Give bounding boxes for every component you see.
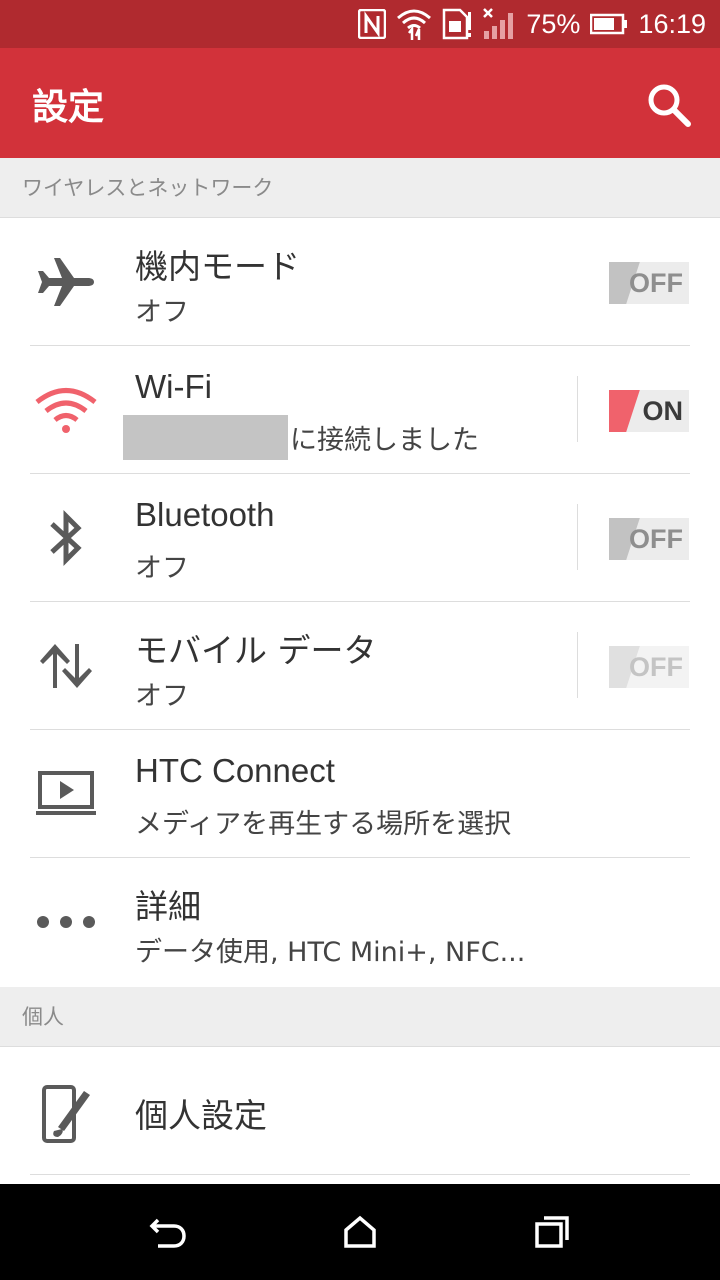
- battery-percent: 75%: [526, 8, 581, 39]
- search-icon: [648, 84, 691, 127]
- row-subtitle: メディアを再生する場所を選択: [135, 809, 512, 840]
- toggle-label: OFF: [629, 652, 683, 682]
- personalize-row[interactable]: 個人設定: [0, 1047, 720, 1175]
- mobile-data-icon: [32, 632, 100, 700]
- htc-connect-icon: [32, 760, 100, 828]
- recents-icon: [535, 1216, 569, 1248]
- wifi-icon: [32, 376, 100, 444]
- row-title: 個人設定: [135, 1096, 267, 1135]
- wifi-toggle[interactable]: ON: [609, 390, 689, 432]
- home-button[interactable]: [338, 1210, 382, 1254]
- row-title: HTC Connect: [135, 752, 335, 789]
- search-button[interactable]: [646, 82, 692, 128]
- toggle-label: ON: [642, 396, 684, 426]
- nfc-icon: [358, 9, 387, 39]
- recents-button[interactable]: [530, 1210, 574, 1254]
- section-header-personal: 個人: [0, 987, 720, 1047]
- bluetooth-row[interactable]: Bluetooth オフ OFF: [0, 474, 720, 602]
- back-button[interactable]: [146, 1210, 190, 1254]
- mobile-data-row[interactable]: モバイル データ オフ OFF: [0, 602, 720, 730]
- page-title: 設定: [32, 87, 105, 128]
- more-icon: [32, 888, 100, 956]
- redacted-network-name: [123, 415, 288, 460]
- airplane-icon: [32, 248, 100, 316]
- row-subtitle: オフ: [135, 681, 189, 712]
- more-row[interactable]: 詳細 データ使用, HTC Mini+, NFC...: [0, 858, 720, 986]
- airplane-mode-row[interactable]: 機内モード オフ OFF: [0, 218, 720, 346]
- back-icon: [149, 1218, 186, 1248]
- row-title: Bluetooth: [135, 496, 275, 533]
- no-signal-icon: [482, 7, 516, 41]
- row-title: モバイル データ: [135, 631, 377, 670]
- row-title: 機内モード: [135, 247, 300, 286]
- status-bar: 75% 16:19: [0, 0, 720, 48]
- row-subtitle: オフ: [135, 553, 189, 584]
- section-header-wireless: ワイヤレスとネットワーク: [0, 158, 720, 218]
- row-subtitle: に接続しました: [290, 425, 479, 456]
- htc-connect-row[interactable]: HTC Connect メディアを再生する場所を選択: [0, 730, 720, 858]
- wifi-row[interactable]: Wi-Fi に接続しました ON: [0, 346, 720, 474]
- clock: 16:19: [638, 8, 706, 39]
- app-bar: 設定: [0, 48, 720, 158]
- row-title: 詳細: [135, 887, 201, 926]
- airplane-mode-toggle[interactable]: OFF: [609, 262, 689, 304]
- row-subtitle: オフ: [135, 297, 189, 328]
- bluetooth-icon: [32, 504, 100, 572]
- home-icon: [344, 1215, 376, 1248]
- navigation-bar: [0, 1184, 720, 1280]
- sim-icon: [442, 8, 472, 40]
- row-subtitle: データ使用, HTC Mini+, NFC...: [135, 937, 526, 968]
- bluetooth-toggle[interactable]: OFF: [609, 518, 689, 560]
- mobile-data-toggle[interactable]: OFF: [609, 646, 689, 688]
- toggle-label: OFF: [629, 268, 683, 298]
- row-title: Wi-Fi: [135, 368, 212, 405]
- wifi-icon: [396, 7, 432, 41]
- battery-icon: [590, 13, 628, 35]
- toggle-label: OFF: [629, 524, 683, 554]
- personalize-icon: [32, 1079, 100, 1147]
